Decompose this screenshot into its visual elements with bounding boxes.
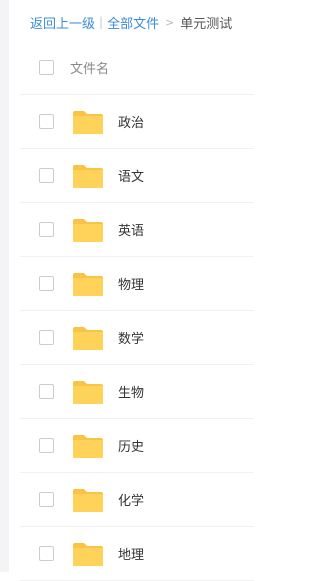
list-item[interactable]: 数学	[20, 311, 254, 365]
breadcrumb-separator: |	[99, 15, 104, 29]
folder-name[interactable]: 化学	[118, 490, 144, 509]
breadcrumb: 返回上一级 | 全部文件 > 单元测试	[30, 13, 233, 32]
current-folder-label: 单元测试	[180, 16, 233, 32]
list-item[interactable]: 生物	[20, 365, 254, 419]
back-link[interactable]: 返回上一级	[30, 13, 95, 32]
all-files-link[interactable]: 全部文件	[107, 13, 159, 32]
folder-name[interactable]: 语文	[118, 166, 144, 185]
column-header-filename: 文件名	[70, 62, 110, 77]
folder-icon	[72, 541, 104, 567]
folder-icon	[72, 271, 104, 297]
row-checkbox[interactable]	[39, 276, 54, 291]
row-checkbox[interactable]	[39, 492, 54, 507]
list-item[interactable]: 物理	[20, 257, 254, 311]
folder-icon	[72, 325, 104, 351]
list-item[interactable]: 历史	[20, 419, 254, 473]
row-checkbox[interactable]	[39, 546, 54, 561]
row-checkbox[interactable]	[39, 168, 54, 183]
breadcrumb-arrow: >	[165, 15, 175, 29]
list-item[interactable]: 地理	[20, 527, 254, 581]
folder-name[interactable]: 地理	[118, 544, 144, 563]
folder-name[interactable]: 历史	[118, 436, 144, 455]
folder-name[interactable]: 政治	[118, 112, 144, 131]
folder-icon	[72, 163, 104, 189]
folder-name[interactable]: 数学	[118, 328, 144, 347]
file-list: 文件名 政治语文英语物理数学生物历史化学地理	[20, 41, 254, 581]
list-item[interactable]: 语文	[20, 149, 254, 203]
row-checkbox[interactable]	[39, 330, 54, 345]
list-item[interactable]: 政治	[20, 95, 254, 149]
folder-name[interactable]: 生物	[118, 382, 144, 401]
folder-icon	[72, 109, 104, 135]
row-checkbox[interactable]	[39, 222, 54, 237]
file-list-header: 文件名	[20, 41, 254, 95]
row-checkbox[interactable]	[39, 114, 54, 129]
list-item[interactable]: 英语	[20, 203, 254, 257]
folder-icon	[72, 433, 104, 459]
folder-name[interactable]: 英语	[118, 220, 144, 239]
list-item[interactable]: 化学	[20, 473, 254, 527]
folder-icon	[72, 379, 104, 405]
left-gutter	[0, 0, 9, 572]
row-checkbox[interactable]	[39, 384, 54, 399]
row-checkbox[interactable]	[39, 438, 54, 453]
select-all-checkbox[interactable]	[39, 60, 54, 75]
folder-icon	[72, 487, 104, 513]
folder-name[interactable]: 物理	[118, 274, 144, 293]
folder-icon	[72, 217, 104, 243]
